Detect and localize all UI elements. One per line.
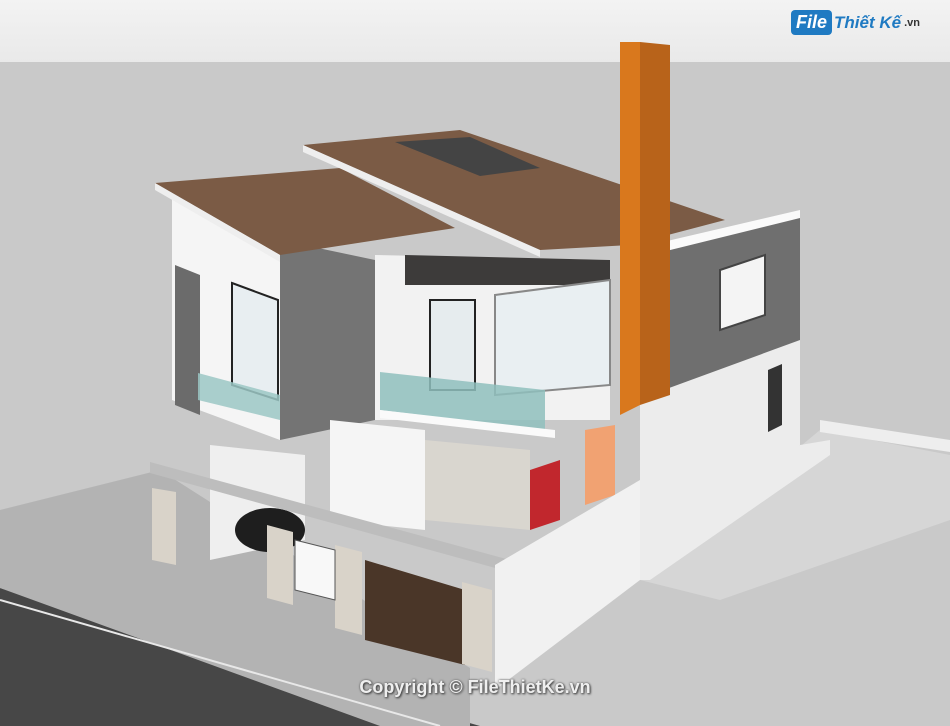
pillar-2 xyxy=(267,525,293,605)
right-side-window xyxy=(768,364,782,432)
pillar-4 xyxy=(462,582,492,672)
chimney-side xyxy=(640,42,670,405)
left-window xyxy=(231,281,279,402)
left-gray-column-a xyxy=(175,265,200,415)
logo-file-badge: File xyxy=(791,10,833,35)
logo-tld: .vn xyxy=(904,16,920,29)
center-gray-band xyxy=(405,255,610,285)
copyright-watermark: Copyright © FileThietKe.vn xyxy=(359,677,591,697)
logo-name: Thiết Kế xyxy=(834,12,902,32)
house-render xyxy=(0,42,950,726)
render-canvas: File Thiết Kế .vn Copyright © FileThietK… xyxy=(0,0,950,726)
living-room-glass xyxy=(425,440,530,530)
pillar-3 xyxy=(335,545,362,635)
orange-door xyxy=(585,425,615,505)
chimney-front xyxy=(620,42,640,415)
pillar-1 xyxy=(152,488,176,565)
left-gray-column-b xyxy=(280,240,375,440)
center-glass-box xyxy=(494,278,611,397)
brand-logo: File Thiết Kế .vn xyxy=(791,10,920,35)
ground-floor-white xyxy=(330,420,425,530)
fence-railing xyxy=(294,539,336,601)
stair-red xyxy=(530,460,560,530)
center-window-frame xyxy=(429,299,476,391)
